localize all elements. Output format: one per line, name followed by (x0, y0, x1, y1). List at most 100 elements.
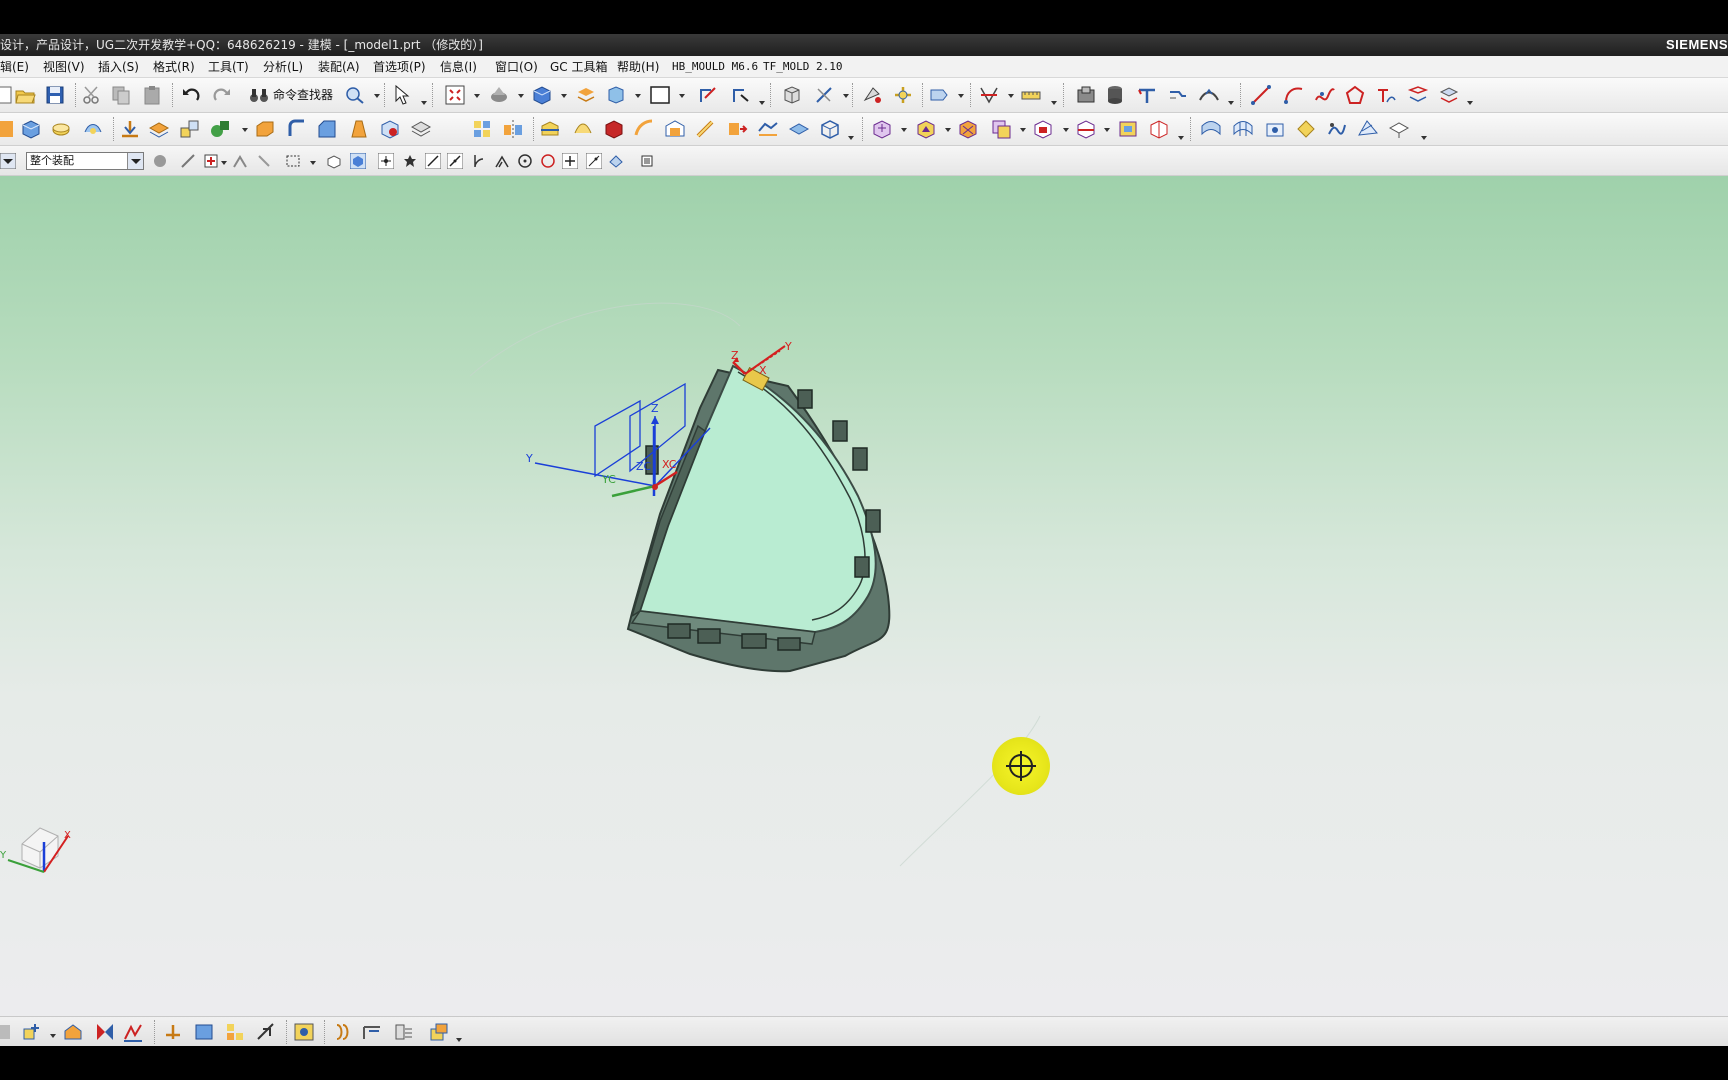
chevron-down-icon[interactable] (374, 93, 380, 99)
assembly-constraints-icon[interactable] (162, 1021, 184, 1043)
offset-face-icon[interactable] (148, 118, 170, 140)
menu-hb-mould[interactable]: HB_MOULD M6.6 (672, 56, 758, 77)
select-bodies-icon[interactable] (350, 153, 366, 169)
add-component-icon[interactable] (20, 1021, 42, 1043)
synchronous-face-icon[interactable] (788, 118, 810, 140)
revolve-icon[interactable] (50, 118, 72, 140)
chevron-down-icon[interactable] (50, 1033, 56, 1039)
mold-base-icon[interactable] (1117, 118, 1139, 140)
selection-scope-select[interactable]: 整个装配 (26, 152, 144, 170)
cut-icon[interactable] (81, 84, 103, 106)
move-object-icon[interactable] (892, 84, 914, 106)
chevron-down-icon[interactable] (635, 93, 641, 99)
workpiece-icon[interactable] (957, 118, 979, 140)
reset-filter-icon[interactable] (203, 153, 219, 169)
edge-blend-icon[interactable] (286, 118, 308, 140)
bridge-curve-icon[interactable] (1198, 84, 1220, 106)
part-navigator-icon[interactable] (781, 84, 803, 106)
chevron-down-icon[interactable] (945, 127, 951, 133)
measure-length-icon[interactable] (1020, 84, 1042, 106)
select-features-icon[interactable] (326, 153, 342, 169)
menu-view[interactable]: 视图(V) (43, 56, 85, 77)
wave-linker-icon[interactable] (293, 1021, 315, 1043)
law-extension-icon[interactable] (1295, 118, 1317, 140)
shell-icon[interactable] (379, 118, 401, 140)
general-select-filter-icon[interactable] (152, 153, 168, 169)
snap-end-point-icon[interactable] (378, 153, 394, 169)
offset-curve-icon[interactable] (1167, 84, 1189, 106)
menu-insert[interactable]: 插入(S) (98, 56, 139, 77)
chevron-down-icon[interactable] (901, 127, 907, 133)
select-by-chain-icon[interactable] (232, 153, 248, 169)
reposition-component-icon[interactable] (122, 1021, 144, 1043)
open-folder-icon[interactable] (14, 84, 36, 106)
chevron-down-icon[interactable] (221, 160, 227, 166)
snap-quadrant-icon[interactable] (540, 153, 556, 169)
layer-icon[interactable] (575, 84, 597, 106)
chevron-down-icon[interactable] (1051, 100, 1057, 106)
menu-analysis[interactable]: 分析(L) (263, 56, 303, 77)
chevron-down-icon[interactable] (1063, 127, 1069, 133)
chevron-down-icon[interactable] (561, 93, 567, 99)
chevron-down-icon[interactable] (474, 93, 480, 99)
shaded-cube-icon[interactable] (531, 84, 553, 106)
chevron-down-icon[interactable] (1178, 135, 1184, 141)
mold-wizard-icon[interactable] (1075, 84, 1097, 106)
snap-point-on-curve-icon[interactable] (586, 153, 602, 169)
graphics-window[interactable]: Z X Y Z Y ZC XC YC X Y (0, 176, 1728, 1016)
thicken-icon[interactable] (410, 118, 432, 140)
snap-line-icon[interactable] (425, 153, 441, 169)
studio-spline-icon[interactable] (1314, 84, 1336, 106)
menu-information[interactable]: 信息(I) (440, 56, 477, 77)
select-feature-icon[interactable] (180, 153, 196, 169)
snap-existing-point-icon[interactable] (562, 153, 578, 169)
rendering-style-icon[interactable] (488, 84, 510, 106)
arc-icon[interactable] (1283, 84, 1305, 106)
chamfer-icon[interactable] (316, 118, 338, 140)
chevron-down-icon[interactable] (848, 135, 854, 141)
shrinkage-icon[interactable] (915, 118, 937, 140)
selection-arrow-icon[interactable] (392, 84, 414, 106)
sketch-icon[interactable] (0, 118, 16, 140)
deselect-icon[interactable] (256, 153, 272, 169)
n-sided-surface-icon[interactable] (1264, 118, 1286, 140)
menu-tools[interactable]: 工具(T) (208, 56, 249, 77)
chevron-down-icon[interactable] (1467, 100, 1473, 106)
sew-icon[interactable] (179, 118, 201, 140)
wireframe-cube-icon[interactable] (819, 118, 841, 140)
snap-intersection-icon[interactable] (494, 153, 510, 169)
molded-part[interactable] (626, 364, 891, 673)
surface-through-curves-icon[interactable] (1200, 118, 1222, 140)
model-canvas[interactable]: Z X Y Z Y ZC XC YC X Y (0, 176, 1728, 1016)
menu-help[interactable]: 帮助(H) (617, 56, 659, 77)
chevron-down-icon[interactable] (1421, 135, 1427, 141)
bounded-plane-icon[interactable] (1326, 118, 1348, 140)
chevron-down-icon[interactable] (843, 93, 849, 99)
transform-icon[interactable] (861, 84, 883, 106)
mold-csys-icon[interactable] (871, 118, 893, 140)
tube-icon[interactable] (695, 118, 717, 140)
curve-t-icon[interactable] (1136, 84, 1158, 106)
menu-gc-toolbox[interactable]: GC 工具箱 (550, 56, 608, 77)
line-icon[interactable] (1250, 84, 1272, 106)
replace-face-icon[interactable] (633, 118, 655, 140)
assembly-sequence-icon[interactable] (428, 1021, 450, 1043)
trim-body-icon[interactable] (539, 118, 561, 140)
chevron-down-icon[interactable] (421, 100, 427, 106)
background-icon[interactable] (649, 84, 671, 106)
intersect-curve-icon[interactable] (1438, 84, 1460, 106)
measure-distance-icon[interactable] (978, 84, 1000, 106)
snap-point-on-surface-icon[interactable] (608, 153, 624, 169)
mirror-assembly-icon[interactable] (94, 1021, 116, 1043)
union-icon[interactable] (209, 118, 231, 140)
snap-tangent-icon[interactable] (447, 153, 463, 169)
parting-icon[interactable] (1075, 118, 1097, 140)
project-curve-icon[interactable] (1407, 84, 1429, 106)
chevron-down-icon[interactable] (127, 153, 143, 169)
swept-icon[interactable] (82, 118, 104, 140)
menu-edit[interactable]: 辑(E) (0, 56, 29, 77)
orient-view-icon[interactable] (605, 84, 627, 106)
save-icon[interactable] (44, 84, 66, 106)
offset-region-icon[interactable] (757, 118, 779, 140)
clearance-analysis-icon[interactable] (361, 1021, 383, 1043)
